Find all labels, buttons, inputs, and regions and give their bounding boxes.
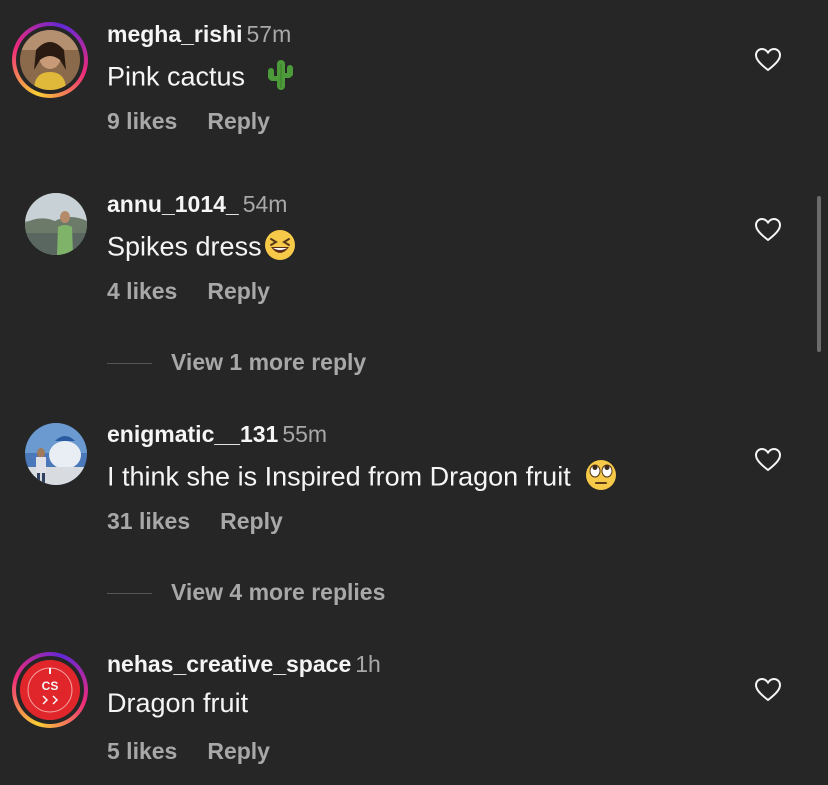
likes-count[interactable]: 31 likes <box>107 508 190 534</box>
cactus-icon <box>265 58 295 99</box>
timestamp: 57m <box>246 21 292 47</box>
reply-button[interactable]: Reply <box>220 508 283 534</box>
comment-text: I think she is Inspired from Dragon frui… <box>107 461 571 492</box>
heart-icon[interactable] <box>754 447 782 473</box>
comment-text: Pink cactus <box>107 61 246 92</box>
avatar[interactable] <box>12 22 88 98</box>
view-more-label[interactable]: View 4 more replies <box>171 579 385 606</box>
comment-text: Spikes dress <box>107 231 262 262</box>
heart-icon[interactable] <box>754 677 782 703</box>
timestamp: 1h <box>355 651 381 677</box>
username[interactable]: megha_rishi <box>107 21 243 47</box>
reply-button[interactable]: Reply <box>207 738 270 764</box>
divider <box>107 363 152 364</box>
avatar[interactable]: CS <box>12 652 88 728</box>
avatar[interactable] <box>25 423 87 485</box>
username[interactable]: enigmatic__131 <box>107 421 278 447</box>
comment-text: Dragon fruit <box>107 688 249 718</box>
heart-icon[interactable] <box>754 47 782 73</box>
heart-icon[interactable] <box>754 217 782 243</box>
username[interactable]: annu_1014_ <box>107 191 239 217</box>
likes-count[interactable]: 4 likes <box>107 278 177 304</box>
view-more-replies-button[interactable]: View 1 more reply <box>107 349 507 379</box>
likes-count[interactable]: 9 likes <box>107 108 177 134</box>
avatar-logo-text: CS <box>42 679 59 693</box>
reply-button[interactable]: Reply <box>207 278 270 304</box>
eye-roll-face-icon <box>584 458 618 499</box>
reply-button[interactable]: Reply <box>207 108 270 134</box>
username[interactable]: nehas_creative_space <box>107 651 351 677</box>
likes-count[interactable]: 5 likes <box>107 738 177 764</box>
view-more-replies-button[interactable]: View 4 more replies <box>107 579 507 609</box>
laughing-face-icon <box>263 228 297 269</box>
timestamp: 54m <box>242 191 288 217</box>
comments-feed: megha_rishi 57m Pink cactus 9 likes Reply <box>0 0 828 785</box>
scrollbar[interactable] <box>817 196 821 352</box>
view-more-label[interactable]: View 1 more reply <box>171 349 366 376</box>
timestamp: 55m <box>282 421 328 447</box>
avatar[interactable] <box>25 193 87 255</box>
divider <box>107 593 152 594</box>
